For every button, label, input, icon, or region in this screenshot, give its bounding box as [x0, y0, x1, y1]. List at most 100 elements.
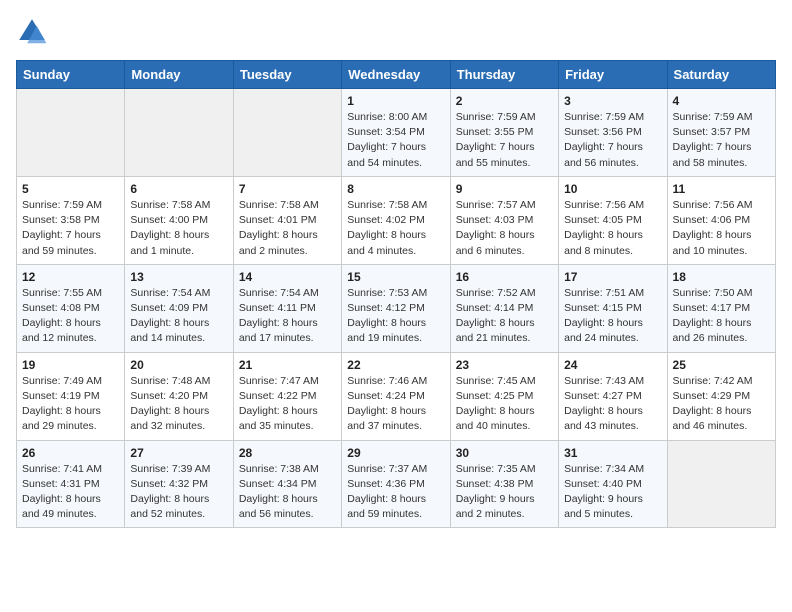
day-number: 5 [22, 182, 119, 196]
day-info: Sunrise: 7:59 AM Sunset: 3:55 PM Dayligh… [456, 110, 553, 171]
calendar-cell [17, 89, 125, 177]
header-sunday: Sunday [17, 61, 125, 89]
calendar-cell: 16 Sunrise: 7:52 AM Sunset: 4:14 PM Dayli… [450, 264, 558, 352]
calendar-cell: 29 Sunrise: 7:37 AM Sunset: 4:36 PM Dayli… [342, 440, 450, 528]
day-number: 16 [456, 270, 553, 284]
page-header [16, 16, 776, 48]
header-friday: Friday [559, 61, 667, 89]
day-info: Sunrise: 7:49 AM Sunset: 4:19 PM Dayligh… [22, 374, 119, 435]
calendar-cell: 25 Sunrise: 7:42 AM Sunset: 4:29 PM Dayli… [667, 352, 775, 440]
day-number: 1 [347, 94, 444, 108]
calendar-cell: 12Sunrise: 7:55 AM Sunset: 4:08 PM Dayli… [17, 264, 125, 352]
calendar-cell: 26 Sunrise: 7:41 AM Sunset: 4:31 PM Dayli… [17, 440, 125, 528]
day-number: 30 [456, 446, 553, 460]
day-number: 3 [564, 94, 661, 108]
calendar-cell: 21Sunrise: 7:47 AM Sunset: 4:22 PM Dayli… [233, 352, 341, 440]
day-info: Sunrise: 7:53 AM Sunset: 4:12 PM Dayligh… [347, 286, 444, 347]
day-info: Sunrise: 7:58 AM Sunset: 4:01 PM Dayligh… [239, 198, 336, 259]
day-number: 25 [673, 358, 770, 372]
calendar-cell: 28 Sunrise: 7:38 AM Sunset: 4:34 PM Dayli… [233, 440, 341, 528]
calendar-cell [667, 440, 775, 528]
day-info: Sunrise: 7:47 AM Sunset: 4:22 PM Dayligh… [239, 374, 336, 435]
calendar-cell: 15 Sunrise: 7:53 AM Sunset: 4:12 PM Dayli… [342, 264, 450, 352]
calendar-cell: 11Sunrise: 7:56 AM Sunset: 4:06 PM Dayli… [667, 176, 775, 264]
header-saturday: Saturday [667, 61, 775, 89]
day-info: Sunrise: 7:42 AM Sunset: 4:29 PM Dayligh… [673, 374, 770, 435]
day-number: 9 [456, 182, 553, 196]
header-tuesday: Tuesday [233, 61, 341, 89]
calendar-cell: 4 Sunrise: 7:59 AM Sunset: 3:57 PM Daylig… [667, 89, 775, 177]
header-monday: Monday [125, 61, 233, 89]
day-info: Sunrise: 7:59 AM Sunset: 3:57 PM Dayligh… [673, 110, 770, 171]
day-info: Sunrise: 7:46 AM Sunset: 4:24 PM Dayligh… [347, 374, 444, 435]
day-number: 28 [239, 446, 336, 460]
day-info: Sunrise: 7:41 AM Sunset: 4:31 PM Dayligh… [22, 462, 119, 523]
calendar-cell: 13 Sunrise: 7:54 AM Sunset: 4:09 PM Dayli… [125, 264, 233, 352]
header-wednesday: Wednesday [342, 61, 450, 89]
day-number: 13 [130, 270, 227, 284]
calendar-cell: 19 Sunrise: 7:49 AM Sunset: 4:19 PM Dayli… [17, 352, 125, 440]
day-number: 4 [673, 94, 770, 108]
calendar-cell: 14Sunrise: 7:54 AM Sunset: 4:11 PM Dayli… [233, 264, 341, 352]
calendar-cell: 2 Sunrise: 7:59 AM Sunset: 3:55 PM Daylig… [450, 89, 558, 177]
day-info: Sunrise: 7:56 AM Sunset: 4:05 PM Dayligh… [564, 198, 661, 259]
calendar-week-row: 5Sunrise: 7:59 AM Sunset: 3:58 PM Daylig… [17, 176, 776, 264]
day-number: 27 [130, 446, 227, 460]
day-info: Sunrise: 7:54 AM Sunset: 4:09 PM Dayligh… [130, 286, 227, 347]
calendar-cell: 10Sunrise: 7:56 AM Sunset: 4:05 PM Dayli… [559, 176, 667, 264]
calendar-cell: 18 Sunrise: 7:50 AM Sunset: 4:17 PM Dayli… [667, 264, 775, 352]
day-info: Sunrise: 7:43 AM Sunset: 4:27 PM Dayligh… [564, 374, 661, 435]
day-number: 18 [673, 270, 770, 284]
calendar-cell [125, 89, 233, 177]
day-info: Sunrise: 7:51 AM Sunset: 4:15 PM Dayligh… [564, 286, 661, 347]
day-number: 14 [239, 270, 336, 284]
calendar-cell: 9 Sunrise: 7:57 AM Sunset: 4:03 PM Daylig… [450, 176, 558, 264]
calendar-week-row: 1Sunrise: 8:00 AM Sunset: 3:54 PM Daylig… [17, 89, 776, 177]
day-info: Sunrise: 7:55 AM Sunset: 4:08 PM Dayligh… [22, 286, 119, 347]
day-info: Sunrise: 7:38 AM Sunset: 4:34 PM Dayligh… [239, 462, 336, 523]
calendar-cell: 5Sunrise: 7:59 AM Sunset: 3:58 PM Daylig… [17, 176, 125, 264]
day-info: Sunrise: 7:57 AM Sunset: 4:03 PM Dayligh… [456, 198, 553, 259]
logo [16, 16, 54, 48]
calendar-week-row: 12Sunrise: 7:55 AM Sunset: 4:08 PM Dayli… [17, 264, 776, 352]
day-info: Sunrise: 7:58 AM Sunset: 4:00 PM Dayligh… [130, 198, 227, 259]
day-number: 8 [347, 182, 444, 196]
day-info: Sunrise: 7:34 AM Sunset: 4:40 PM Dayligh… [564, 462, 661, 523]
calendar-cell: 8 Sunrise: 7:58 AM Sunset: 4:02 PM Daylig… [342, 176, 450, 264]
calendar-cell [233, 89, 341, 177]
calendar-cell: 17 Sunrise: 7:51 AM Sunset: 4:15 PM Dayli… [559, 264, 667, 352]
day-number: 17 [564, 270, 661, 284]
logo-icon [16, 16, 48, 48]
calendar-cell: 24 Sunrise: 7:43 AM Sunset: 4:27 PM Dayli… [559, 352, 667, 440]
day-number: 26 [22, 446, 119, 460]
day-number: 24 [564, 358, 661, 372]
day-number: 20 [130, 358, 227, 372]
day-info: Sunrise: 7:52 AM Sunset: 4:14 PM Dayligh… [456, 286, 553, 347]
day-number: 23 [456, 358, 553, 372]
calendar-cell: 27 Sunrise: 7:39 AM Sunset: 4:32 PM Dayli… [125, 440, 233, 528]
calendar-cell: 7 Sunrise: 7:58 AM Sunset: 4:01 PM Daylig… [233, 176, 341, 264]
calendar-cell: 30 Sunrise: 7:35 AM Sunset: 4:38 PM Dayli… [450, 440, 558, 528]
calendar-cell: 20Sunrise: 7:48 AM Sunset: 4:20 PM Dayli… [125, 352, 233, 440]
day-number: 2 [456, 94, 553, 108]
calendar-cell: 6 Sunrise: 7:58 AM Sunset: 4:00 PM Daylig… [125, 176, 233, 264]
calendar-header-row: SundayMondayTuesdayWednesdayThursdayFrid… [17, 61, 776, 89]
day-info: Sunrise: 7:35 AM Sunset: 4:38 PM Dayligh… [456, 462, 553, 523]
day-number: 11 [673, 182, 770, 196]
day-number: 7 [239, 182, 336, 196]
day-info: Sunrise: 7:45 AM Sunset: 4:25 PM Dayligh… [456, 374, 553, 435]
calendar-week-row: 19 Sunrise: 7:49 AM Sunset: 4:19 PM Dayli… [17, 352, 776, 440]
day-info: Sunrise: 7:58 AM Sunset: 4:02 PM Dayligh… [347, 198, 444, 259]
header-thursday: Thursday [450, 61, 558, 89]
calendar-table: SundayMondayTuesdayWednesdayThursdayFrid… [16, 60, 776, 528]
calendar-cell: 3 Sunrise: 7:59 AM Sunset: 3:56 PM Daylig… [559, 89, 667, 177]
day-info: Sunrise: 7:50 AM Sunset: 4:17 PM Dayligh… [673, 286, 770, 347]
day-number: 6 [130, 182, 227, 196]
day-info: Sunrise: 7:39 AM Sunset: 4:32 PM Dayligh… [130, 462, 227, 523]
day-info: Sunrise: 7:59 AM Sunset: 3:56 PM Dayligh… [564, 110, 661, 171]
day-number: 29 [347, 446, 444, 460]
calendar-cell: 31Sunrise: 7:34 AM Sunset: 4:40 PM Dayli… [559, 440, 667, 528]
day-number: 19 [22, 358, 119, 372]
day-number: 15 [347, 270, 444, 284]
day-info: Sunrise: 7:37 AM Sunset: 4:36 PM Dayligh… [347, 462, 444, 523]
